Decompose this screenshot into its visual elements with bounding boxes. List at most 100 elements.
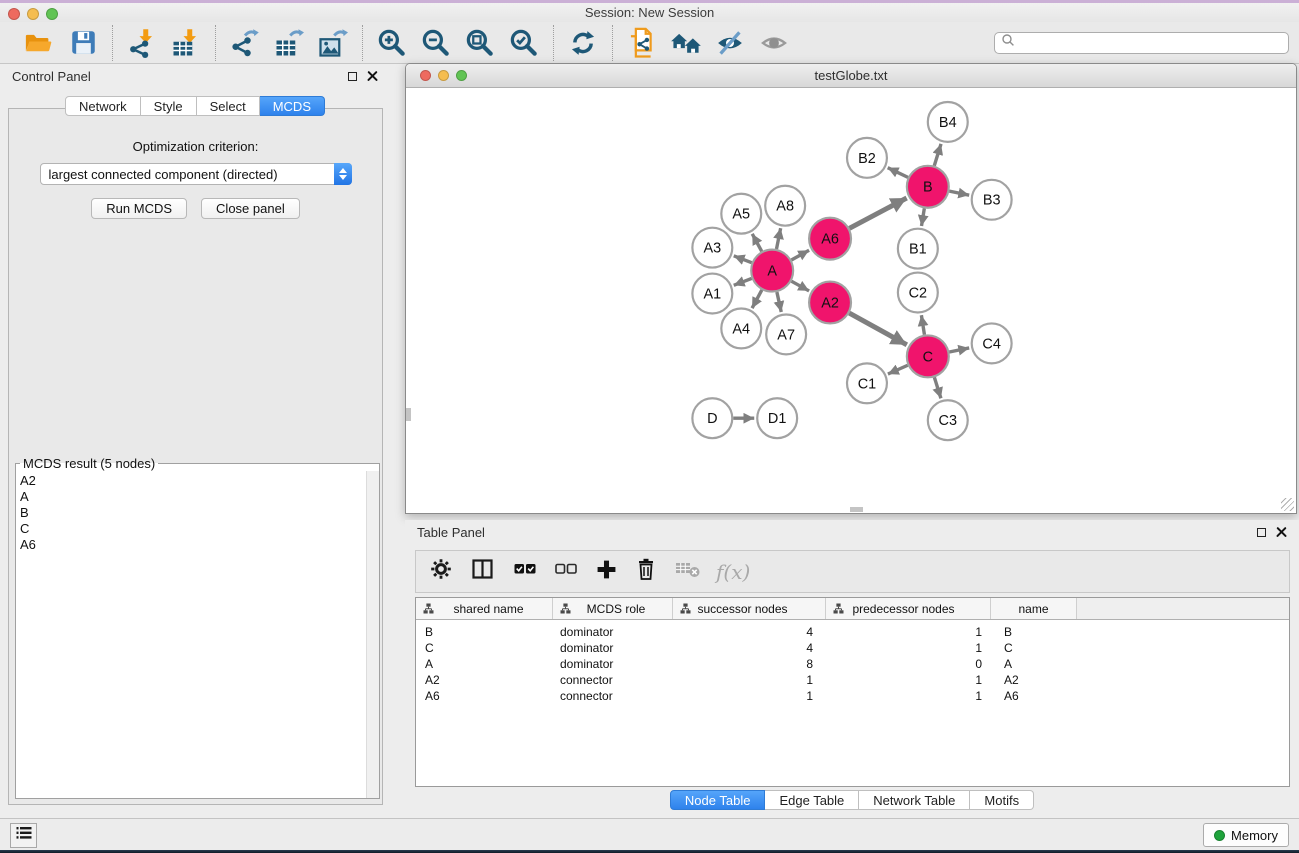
cell-mcds-role[interactable]: connector xyxy=(553,689,673,703)
network-node[interactable]: C4 xyxy=(972,323,1012,363)
network-node[interactable]: C2 xyxy=(898,273,938,313)
save-session-button[interactable] xyxy=(67,27,99,59)
network-node[interactable]: B1 xyxy=(898,229,938,269)
network-node[interactable]: D1 xyxy=(757,398,797,438)
refresh-view-button[interactable] xyxy=(567,27,599,59)
network-canvas-area[interactable]: B4B2BB3A8A5A6A3B1AC2A1A2A4A7C4CC1DD1C3 xyxy=(407,89,1295,512)
mcds-result-item[interactable]: A2 xyxy=(20,473,379,489)
network-node[interactable]: A7 xyxy=(766,314,806,354)
cell-predecessor-nodes[interactable]: 1 xyxy=(826,641,991,655)
cell-shared-name[interactable]: A6 xyxy=(416,689,553,703)
zoom-fit-button[interactable] xyxy=(464,27,496,59)
minimize-window-button[interactable] xyxy=(27,8,39,20)
tab-network[interactable]: Network xyxy=(65,96,141,116)
network-node[interactable]: C3 xyxy=(928,400,968,440)
network-node[interactable]: A8 xyxy=(765,186,805,226)
cell-successor-nodes[interactable]: 8 xyxy=(673,657,826,671)
home-view-button[interactable] xyxy=(670,27,702,59)
cell-predecessor-nodes[interactable]: 1 xyxy=(826,689,991,703)
node-table[interactable]: shared name MCDS role successor nodes pr… xyxy=(415,597,1290,787)
network-edge[interactable] xyxy=(734,278,752,285)
network-edge[interactable] xyxy=(949,348,969,352)
mcds-result-item[interactable]: A xyxy=(20,489,379,505)
cell-name[interactable]: A2 xyxy=(991,673,1077,687)
cell-shared-name[interactable]: B xyxy=(416,625,553,639)
network-edge[interactable] xyxy=(934,377,941,398)
add-column-button[interactable] xyxy=(596,559,617,585)
table-row[interactable]: C dominator 4 1 C xyxy=(416,640,1289,656)
column-header-predecessor-nodes[interactable]: predecessor nodes xyxy=(826,598,991,619)
split-columns-button[interactable] xyxy=(471,558,495,585)
close-panel-icon[interactable] xyxy=(367,71,378,82)
network-hscroll-thumb[interactable] xyxy=(850,507,863,512)
tab-mcds[interactable]: MCDS xyxy=(260,96,325,116)
cell-shared-name[interactable]: A xyxy=(416,657,553,671)
cell-successor-nodes[interactable]: 4 xyxy=(673,641,826,655)
network-edge[interactable] xyxy=(934,144,941,166)
close-window-button[interactable] xyxy=(8,8,20,20)
network-edge[interactable] xyxy=(777,292,781,312)
memory-button[interactable]: Memory xyxy=(1203,823,1289,847)
network-node[interactable]: B xyxy=(907,166,949,208)
cell-successor-nodes[interactable]: 1 xyxy=(673,673,826,687)
clone-network-button[interactable] xyxy=(626,27,658,59)
network-node[interactable]: C1 xyxy=(847,363,887,403)
network-node[interactable]: A5 xyxy=(721,194,761,234)
cell-mcds-role[interactable]: dominator xyxy=(553,657,673,671)
cell-shared-name[interactable]: A2 xyxy=(416,673,553,687)
cell-mcds-role[interactable]: connector xyxy=(553,673,673,687)
table-row[interactable]: A dominator 8 0 A xyxy=(416,656,1289,672)
column-header-mcds-role[interactable]: MCDS role xyxy=(553,598,673,619)
delete-table-button[interactable] xyxy=(675,559,701,584)
mcds-result-item[interactable]: A6 xyxy=(20,537,379,553)
network-edge[interactable] xyxy=(734,256,752,263)
network-node[interactable]: A xyxy=(751,250,793,292)
export-table-button[interactable] xyxy=(273,27,305,59)
close-panel-icon[interactable] xyxy=(1276,527,1287,538)
zoom-selected-button[interactable] xyxy=(508,27,540,59)
network-zoom-button[interactable] xyxy=(456,70,467,81)
network-resize-grip[interactable] xyxy=(1281,498,1294,511)
network-edge[interactable] xyxy=(921,208,924,226)
mcds-result-item[interactable]: B xyxy=(20,505,379,521)
cell-predecessor-nodes[interactable]: 0 xyxy=(826,657,991,671)
show-panel-button[interactable] xyxy=(758,27,790,59)
table-row[interactable]: A6 connector 1 1 A6 xyxy=(416,688,1289,704)
network-edge[interactable] xyxy=(949,191,969,195)
close-panel-button[interactable]: Close panel xyxy=(201,198,300,219)
network-node[interactable]: A2 xyxy=(809,282,851,324)
network-node[interactable]: A6 xyxy=(809,218,851,260)
network-edge[interactable] xyxy=(752,290,762,308)
import-table-button[interactable] xyxy=(170,27,202,59)
cell-successor-nodes[interactable]: 4 xyxy=(673,625,826,639)
network-window-titlebar[interactable]: testGlobe.txt xyxy=(406,64,1296,88)
cell-name[interactable]: B xyxy=(991,625,1077,639)
search-box[interactable] xyxy=(994,32,1289,54)
tab-style[interactable]: Style xyxy=(141,96,197,116)
cell-name[interactable]: A xyxy=(991,657,1077,671)
network-node[interactable]: A4 xyxy=(721,308,761,348)
table-row[interactable]: B dominator 4 1 B xyxy=(416,624,1289,640)
function-builder-button[interactable]: f(x) xyxy=(720,560,750,584)
cell-predecessor-nodes[interactable]: 1 xyxy=(826,673,991,687)
float-panel-icon[interactable] xyxy=(1257,528,1266,537)
cell-mcds-role[interactable]: dominator xyxy=(553,641,673,655)
run-mcds-button[interactable]: Run MCDS xyxy=(91,198,187,219)
network-edge[interactable] xyxy=(921,315,924,334)
export-image-button[interactable] xyxy=(317,27,349,59)
cell-successor-nodes[interactable]: 1 xyxy=(673,689,826,703)
tab-select[interactable]: Select xyxy=(197,96,260,116)
table-settings-button[interactable] xyxy=(430,558,452,585)
main-titlebar[interactable]: Session: New Session xyxy=(0,3,1299,22)
network-edge[interactable] xyxy=(791,281,809,291)
select-all-button[interactable] xyxy=(514,561,536,582)
zoom-window-button[interactable] xyxy=(46,8,58,20)
network-edge[interactable] xyxy=(888,168,908,178)
open-session-button[interactable] xyxy=(23,27,55,59)
cell-shared-name[interactable]: C xyxy=(416,641,553,655)
tab-edge-table[interactable]: Edge Table xyxy=(765,790,859,810)
export-network-button[interactable] xyxy=(229,27,261,59)
network-minimize-button[interactable] xyxy=(438,70,449,81)
delete-column-button[interactable] xyxy=(636,558,656,585)
network-node[interactable]: A1 xyxy=(692,274,732,314)
